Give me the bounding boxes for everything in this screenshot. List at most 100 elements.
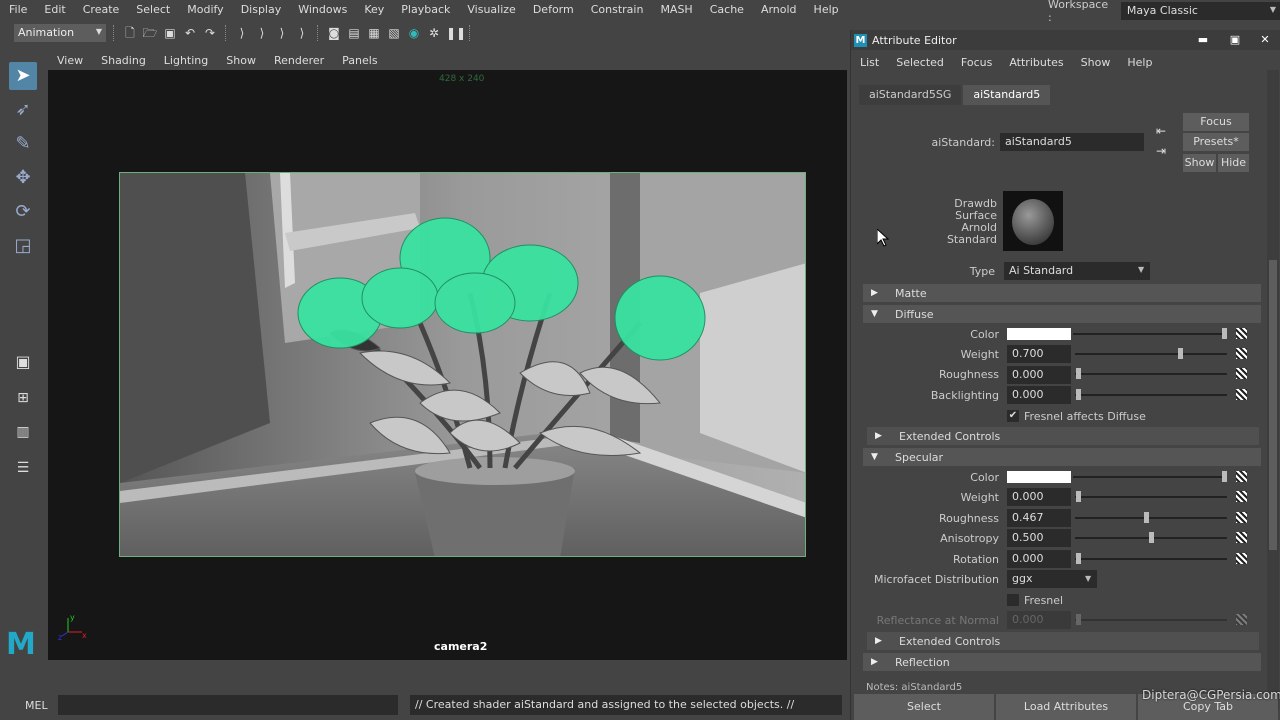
script-language-toggle[interactable]: MEL: [0, 699, 58, 712]
select-tool-icon[interactable]: ➤: [9, 62, 37, 90]
specular-weight-field[interactable]: 0.000: [1007, 488, 1071, 506]
menu-arnold[interactable]: Arnold: [752, 0, 805, 20]
diffuse-color-slider[interactable]: [1073, 333, 1227, 335]
single-view-icon[interactable]: ▣: [9, 348, 37, 376]
render-settings-icon[interactable]: ▧: [386, 25, 402, 41]
menu-windows[interactable]: Windows: [289, 0, 355, 20]
fresnel-checkbox[interactable]: [1007, 594, 1019, 606]
viewport-menu-renderer[interactable]: Renderer: [265, 54, 333, 67]
ae-menu-show[interactable]: Show: [1072, 56, 1119, 69]
map-button-icon[interactable]: [1236, 348, 1247, 359]
menu-edit[interactable]: Edit: [35, 0, 73, 20]
layout-icon[interactable]: ▥: [9, 418, 37, 446]
node-name-field[interactable]: aiStandard5: [1000, 133, 1144, 151]
snap-icon[interactable]: ⟩: [234, 25, 250, 41]
command-input[interactable]: [58, 695, 398, 715]
menu-select[interactable]: Select: [127, 0, 178, 20]
specular-roughness-slider[interactable]: [1075, 517, 1227, 519]
map-button-icon[interactable]: [1236, 553, 1247, 564]
pause-icon[interactable]: ❚❚: [446, 25, 466, 41]
menu-playback[interactable]: Playback: [392, 0, 458, 20]
fresnel-diffuse-checkbox[interactable]: ✔: [1007, 410, 1019, 422]
diffuse-weight-slider[interactable]: [1075, 353, 1227, 355]
menu-mash[interactable]: MASH: [651, 0, 700, 20]
specular-extended-controls-header[interactable]: ▶ Extended Controls: [867, 632, 1259, 650]
viewport-menu-view[interactable]: View: [48, 54, 92, 67]
diffuse-roughness-field[interactable]: 0.000: [1007, 366, 1071, 384]
viewport-menu-shading[interactable]: Shading: [92, 54, 155, 67]
matte-section-header[interactable]: ▶ Matte: [863, 284, 1261, 302]
viewport-menu-show[interactable]: Show: [217, 54, 265, 67]
viewport-menu-panels[interactable]: Panels: [333, 54, 386, 67]
camera-view-scene[interactable]: [119, 172, 806, 557]
scrollbar-thumb[interactable]: [1269, 260, 1277, 550]
render-sequence-icon[interactable]: ▤: [346, 25, 362, 41]
specular-roughness-handle[interactable]: [1144, 512, 1150, 523]
diffuse-roughness-handle[interactable]: [1076, 368, 1081, 379]
paint-select-icon[interactable]: ✎: [9, 130, 37, 158]
menu-create[interactable]: Create: [74, 0, 128, 20]
specular-roughness-field[interactable]: 0.467: [1007, 509, 1071, 527]
diffuse-backlighting-field[interactable]: 0.000: [1007, 386, 1071, 404]
map-button-icon[interactable]: [1236, 328, 1247, 339]
close-icon[interactable]: ✕: [1257, 33, 1273, 47]
snap-icon[interactable]: ⟩: [274, 25, 290, 41]
presets-button[interactable]: Presets*: [1183, 133, 1249, 151]
snap-icon[interactable]: ⟩: [254, 25, 270, 41]
snap-icon[interactable]: ⟩: [294, 25, 310, 41]
ipr-icon[interactable]: ▦: [366, 25, 382, 41]
maximize-icon[interactable]: ▣: [1227, 33, 1243, 47]
hide-button[interactable]: Hide: [1218, 154, 1249, 172]
reflection-section-header[interactable]: ▶ Reflection: [863, 653, 1261, 671]
diffuse-extended-controls-header[interactable]: ▶ Extended Controls: [867, 427, 1259, 445]
move-tool-icon[interactable]: ✥: [9, 164, 37, 192]
four-view-icon[interactable]: ⊞: [9, 384, 37, 412]
outliner-icon[interactable]: ☰: [9, 454, 37, 482]
ae-menu-attributes[interactable]: Attributes: [1000, 56, 1071, 69]
show-button[interactable]: Show: [1183, 154, 1216, 172]
map-button-icon[interactable]: [1236, 512, 1247, 523]
diffuse-weight-field[interactable]: 0.700: [1007, 345, 1071, 363]
specular-color-handle[interactable]: [1222, 471, 1227, 482]
specular-weight-handle[interactable]: [1076, 491, 1081, 502]
menu-key[interactable]: Key: [355, 0, 392, 20]
menu-deform[interactable]: Deform: [524, 0, 582, 20]
specular-color-slider[interactable]: [1073, 476, 1227, 478]
specular-rotation-field[interactable]: 0.000: [1007, 550, 1071, 568]
load-attributes-button[interactable]: Load Attributes: [996, 694, 1136, 720]
specular-anisotropy-handle[interactable]: [1149, 532, 1154, 543]
menu-help[interactable]: Help: [805, 0, 847, 20]
map-button-icon[interactable]: [1236, 491, 1247, 502]
lasso-tool-icon[interactable]: ➶: [9, 96, 37, 124]
diffuse-backlighting-slider[interactable]: [1075, 394, 1227, 396]
hypershade-icon[interactable]: ◉: [406, 25, 422, 41]
specular-weight-slider[interactable]: [1075, 496, 1227, 498]
open-scene-icon[interactable]: 🗁: [142, 25, 158, 41]
menu-display[interactable]: Display: [232, 0, 290, 20]
map-button-icon[interactable]: [1236, 368, 1247, 379]
specular-anisotropy-field[interactable]: 0.500: [1007, 529, 1071, 547]
map-button-icon[interactable]: [1236, 532, 1247, 543]
specular-rotation-slider[interactable]: [1075, 558, 1227, 560]
menu-cache[interactable]: Cache: [701, 0, 752, 20]
ae-menu-help[interactable]: Help: [1118, 56, 1160, 69]
focus-button[interactable]: Focus: [1183, 113, 1249, 131]
type-dropdown[interactable]: Ai Standard: [1004, 262, 1150, 280]
select-button[interactable]: Select: [854, 694, 994, 720]
menu-constrain[interactable]: Constrain: [582, 0, 652, 20]
specular-color-swatch[interactable]: [1007, 471, 1071, 483]
scale-tool-icon[interactable]: ◲: [9, 232, 37, 260]
specular-rotation-handle[interactable]: [1076, 553, 1081, 564]
viewport-menu-lighting[interactable]: Lighting: [155, 54, 217, 67]
new-scene-icon[interactable]: 🗋: [122, 25, 138, 41]
render-icon[interactable]: ◙: [326, 25, 342, 41]
diffuse-color-swatch[interactable]: [1007, 328, 1071, 340]
diffuse-backlighting-handle[interactable]: [1076, 389, 1081, 400]
diffuse-roughness-slider[interactable]: [1075, 373, 1227, 375]
input-connections-icon[interactable]: ⇤: [1156, 124, 1166, 138]
specular-section-header[interactable]: ▼ Specular: [863, 448, 1261, 466]
redo-icon[interactable]: ↷: [202, 25, 218, 41]
menuset-dropdown[interactable]: Animation: [14, 24, 106, 42]
minimize-icon[interactable]: ▬: [1195, 33, 1211, 47]
microfacet-dropdown[interactable]: ggx: [1007, 570, 1097, 588]
